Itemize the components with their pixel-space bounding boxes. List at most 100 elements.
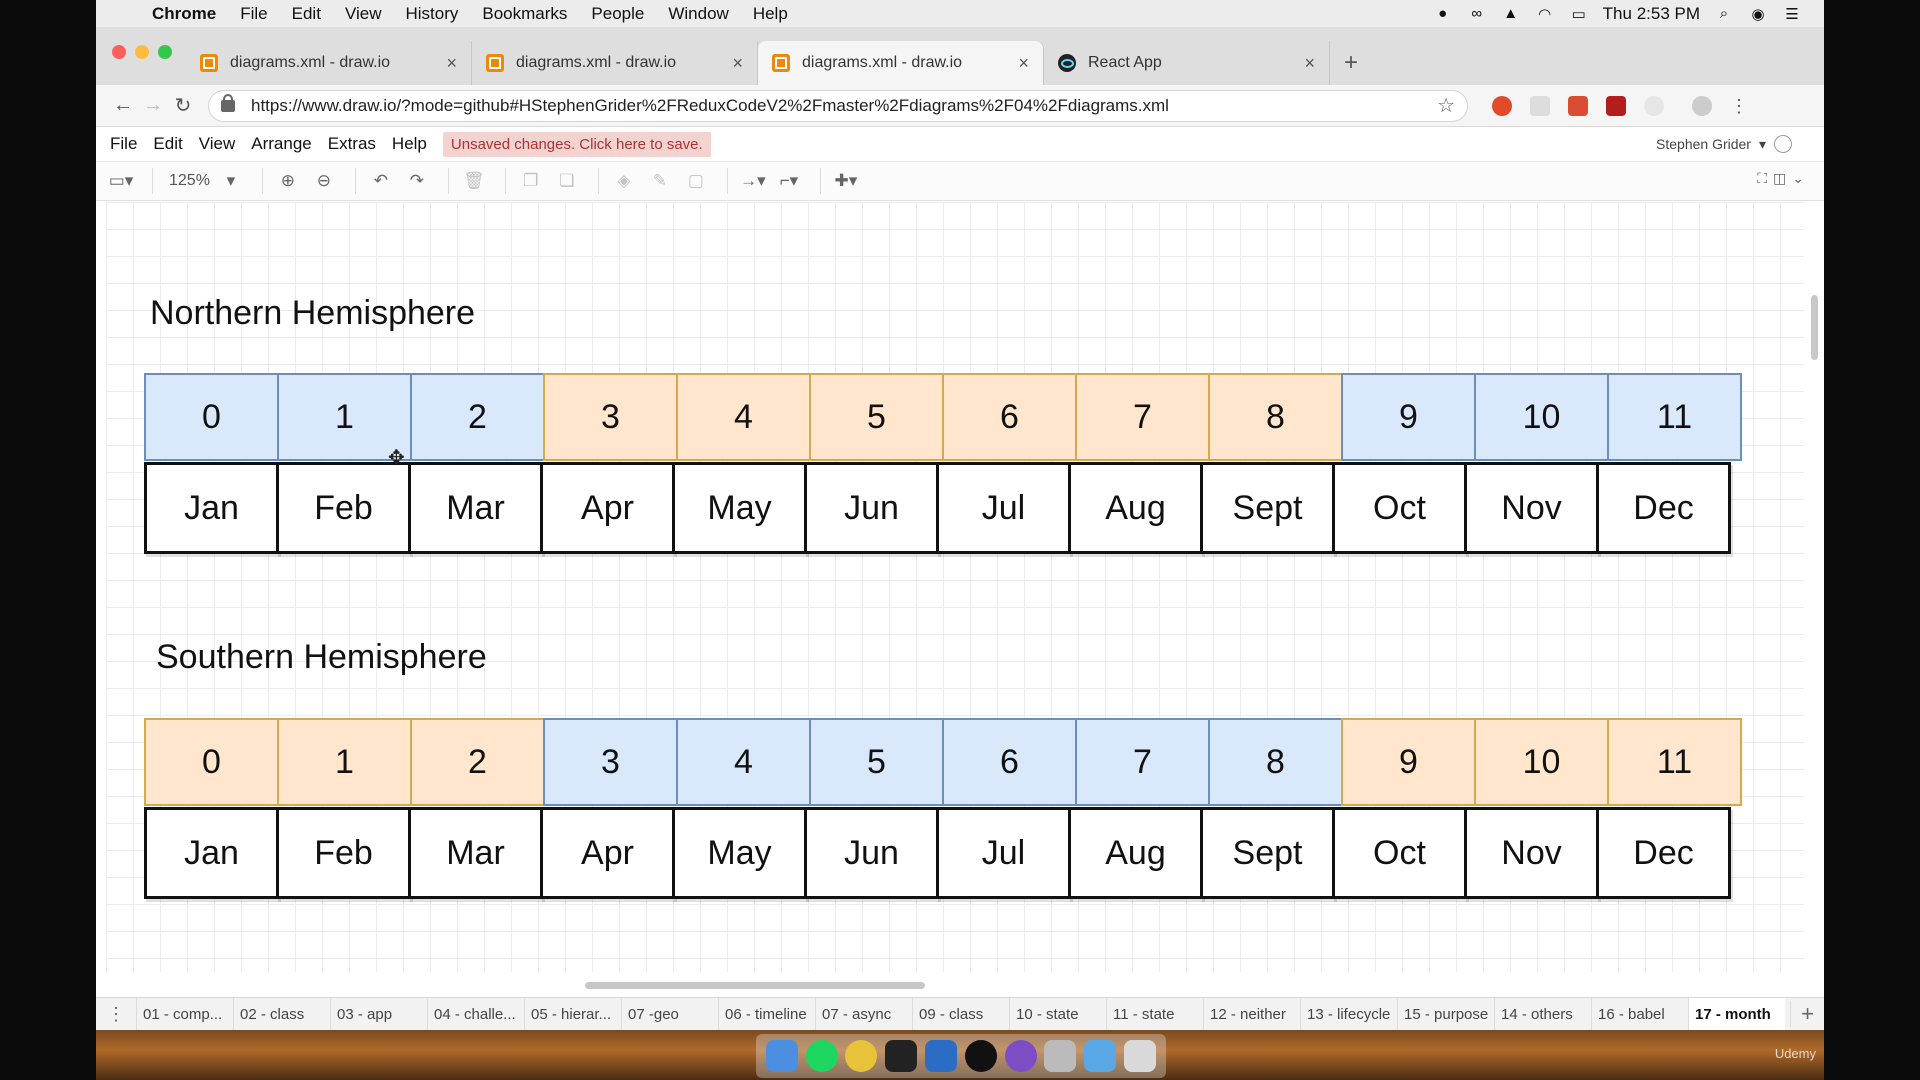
month-name-cell[interactable]: Jun: [804, 462, 939, 554]
url-omnibox[interactable]: https://www.draw.io/?mode=github#HStephe…: [208, 89, 1468, 122]
page-tab-active[interactable]: 17 - month: [1688, 997, 1785, 1031]
css-extension-icon[interactable]: [1530, 95, 1550, 116]
user-menu[interactable]: Stephen Grider ▾: [1656, 135, 1792, 153]
zoom-out-icon[interactable]: ⊖: [309, 166, 339, 196]
shield-extension-icon[interactable]: [1606, 95, 1626, 116]
battery-icon[interactable]: ▭: [1569, 5, 1589, 23]
menu-view[interactable]: View: [183, 134, 236, 154]
bookmark-star-icon[interactable]: ☆: [1437, 93, 1455, 118]
glasses-icon[interactable]: ∞: [1467, 5, 1487, 23]
browser-tab[interactable]: React App ×: [1044, 41, 1330, 85]
page-tab[interactable]: 10 - state: [1009, 997, 1106, 1031]
month-index-cell[interactable]: 4: [676, 718, 811, 806]
menubar-history[interactable]: History: [393, 4, 470, 24]
format-panel-toggle-icon[interactable]: ▭▾: [106, 166, 136, 196]
spotlight-search-icon[interactable]: ⌕: [1714, 5, 1734, 23]
quill-icon[interactable]: [1004, 1040, 1037, 1072]
month-index-cell[interactable]: 8: [1208, 373, 1343, 461]
month-index-cell[interactable]: 3: [543, 373, 678, 461]
month-name-cell[interactable]: Nov: [1464, 462, 1599, 554]
delete-icon[interactable]: 🗑: [459, 166, 489, 196]
month-name-cell[interactable]: Apr: [540, 462, 675, 554]
month-index-cell[interactable]: 6: [942, 718, 1077, 806]
month-name-cell[interactable]: May: [672, 462, 807, 554]
siri-icon[interactable]: ◉: [1748, 5, 1768, 23]
browser-tab[interactable]: diagrams.xml - draw.io ×: [472, 41, 758, 85]
globe-icon[interactable]: [1774, 135, 1792, 153]
month-index-cell[interactable]: 7: [1075, 718, 1210, 806]
menubar-window[interactable]: Window: [656, 4, 740, 24]
northern-hemisphere-title[interactable]: Northern Hemisphere: [150, 294, 475, 333]
page-tab[interactable]: 09 - class: [912, 997, 1009, 1031]
wifi-icon[interactable]: ◠: [1535, 5, 1555, 23]
month-name-cell[interactable]: Jul: [936, 807, 1071, 899]
close-tab-icon[interactable]: ×: [732, 53, 743, 74]
month-name-cell[interactable]: Mar: [408, 807, 543, 899]
month-index-cell[interactable]: 0: [144, 718, 279, 806]
browser-tab[interactable]: diagrams.xml - draw.io ×: [186, 41, 472, 85]
back-arrow-icon[interactable]: ←: [108, 94, 138, 117]
page-tab[interactable]: 03 - app: [330, 997, 427, 1031]
collapse-chevron-icon[interactable]: ⌄: [1792, 170, 1804, 187]
folder-icon[interactable]: [1084, 1040, 1117, 1072]
month-index-cell[interactable]: 2: [410, 373, 545, 461]
close-tab-icon[interactable]: ×: [1018, 53, 1029, 74]
page-tab[interactable]: 12 - neither: [1203, 997, 1300, 1031]
month-name-cell[interactable]: Oct: [1332, 807, 1467, 899]
zoom-level-select[interactable]: 125%: [163, 172, 216, 190]
month-name-cell[interactable]: Nov: [1464, 807, 1599, 899]
obs-app-icon[interactable]: [964, 1040, 997, 1072]
month-name-cell[interactable]: May: [672, 807, 807, 899]
docker-icon[interactable]: ▲: [1501, 5, 1521, 23]
new-tab-button[interactable]: +: [1330, 41, 1372, 85]
menubar-view[interactable]: View: [333, 4, 394, 24]
fullscreen-icon[interactable]: ⛶: [1757, 170, 1767, 187]
extension-icon[interactable]: [1644, 95, 1664, 116]
month-name-cell[interactable]: Aug: [1068, 807, 1203, 899]
page-tab[interactable]: 06 - timeline: [718, 997, 815, 1031]
month-index-cell[interactable]: 1: [277, 718, 412, 806]
month-name-cell[interactable]: Feb: [276, 807, 411, 899]
insert-plus-icon[interactable]: ✚▾: [831, 166, 861, 196]
menu-help[interactable]: Help: [376, 134, 427, 154]
spotify-icon[interactable]: [805, 1040, 838, 1072]
close-tab-icon[interactable]: ×: [446, 53, 457, 74]
menu-arrange[interactable]: Arrange: [235, 134, 311, 154]
page-tab[interactable]: 14 - others: [1494, 997, 1591, 1031]
finder-icon[interactable]: [765, 1040, 798, 1072]
to-back-icon[interactable]: ❏: [552, 166, 582, 196]
menubar-edit[interactable]: Edit: [280, 4, 333, 24]
menubar-people[interactable]: People: [579, 4, 656, 24]
month-name-cell[interactable]: Apr: [540, 807, 675, 899]
month-index-cell[interactable]: 8: [1208, 718, 1343, 806]
page-tab[interactable]: 02 - class: [233, 997, 330, 1031]
month-name-cell[interactable]: Dec: [1596, 462, 1731, 554]
to-front-icon[interactable]: ❐: [516, 166, 546, 196]
month-name-cell[interactable]: Oct: [1332, 462, 1467, 554]
forward-arrow-icon[interactable]: →: [138, 94, 168, 117]
month-name-cell[interactable]: Jan: [144, 462, 279, 554]
month-name-cell[interactable]: Sept: [1200, 462, 1335, 554]
menubar-clock[interactable]: Thu 2:53 PM: [1603, 4, 1700, 24]
month-name-cell[interactable]: Jun: [804, 807, 939, 899]
month-name-cell[interactable]: Dec: [1596, 807, 1731, 899]
redo-icon[interactable]: ↷: [402, 166, 432, 196]
menu-edit[interactable]: Edit: [137, 134, 182, 154]
chrome-icon[interactable]: [845, 1040, 878, 1072]
menubar-help[interactable]: Help: [741, 4, 800, 24]
horizontal-scrollbar[interactable]: [585, 982, 925, 989]
page-tab[interactable]: 15 - purpose: [1397, 997, 1494, 1031]
page-tab[interactable]: 05 - hierar...: [524, 997, 621, 1031]
page-tab[interactable]: 13 - lifecycle: [1300, 997, 1397, 1031]
month-index-cell[interactable]: 9: [1341, 718, 1476, 806]
shadow-icon[interactable]: ▢: [681, 166, 711, 196]
vscode-icon[interactable]: [925, 1040, 958, 1072]
month-index-cell[interactable]: 0: [144, 373, 279, 461]
diagram-canvas[interactable]: Northern Hemisphere 0 1 2 3 4 5 6 7 8 9 10 11 Jan Fe…: [106, 202, 1804, 972]
month-name-cell[interactable]: Mar: [408, 462, 543, 554]
zoom-in-icon[interactable]: ⊕: [273, 166, 303, 196]
page-tab[interactable]: 07 -geo: [621, 997, 718, 1031]
obs-icon[interactable]: ●: [1433, 5, 1453, 23]
menu-file[interactable]: File: [96, 134, 137, 154]
menubar-file[interactable]: File: [228, 4, 279, 24]
